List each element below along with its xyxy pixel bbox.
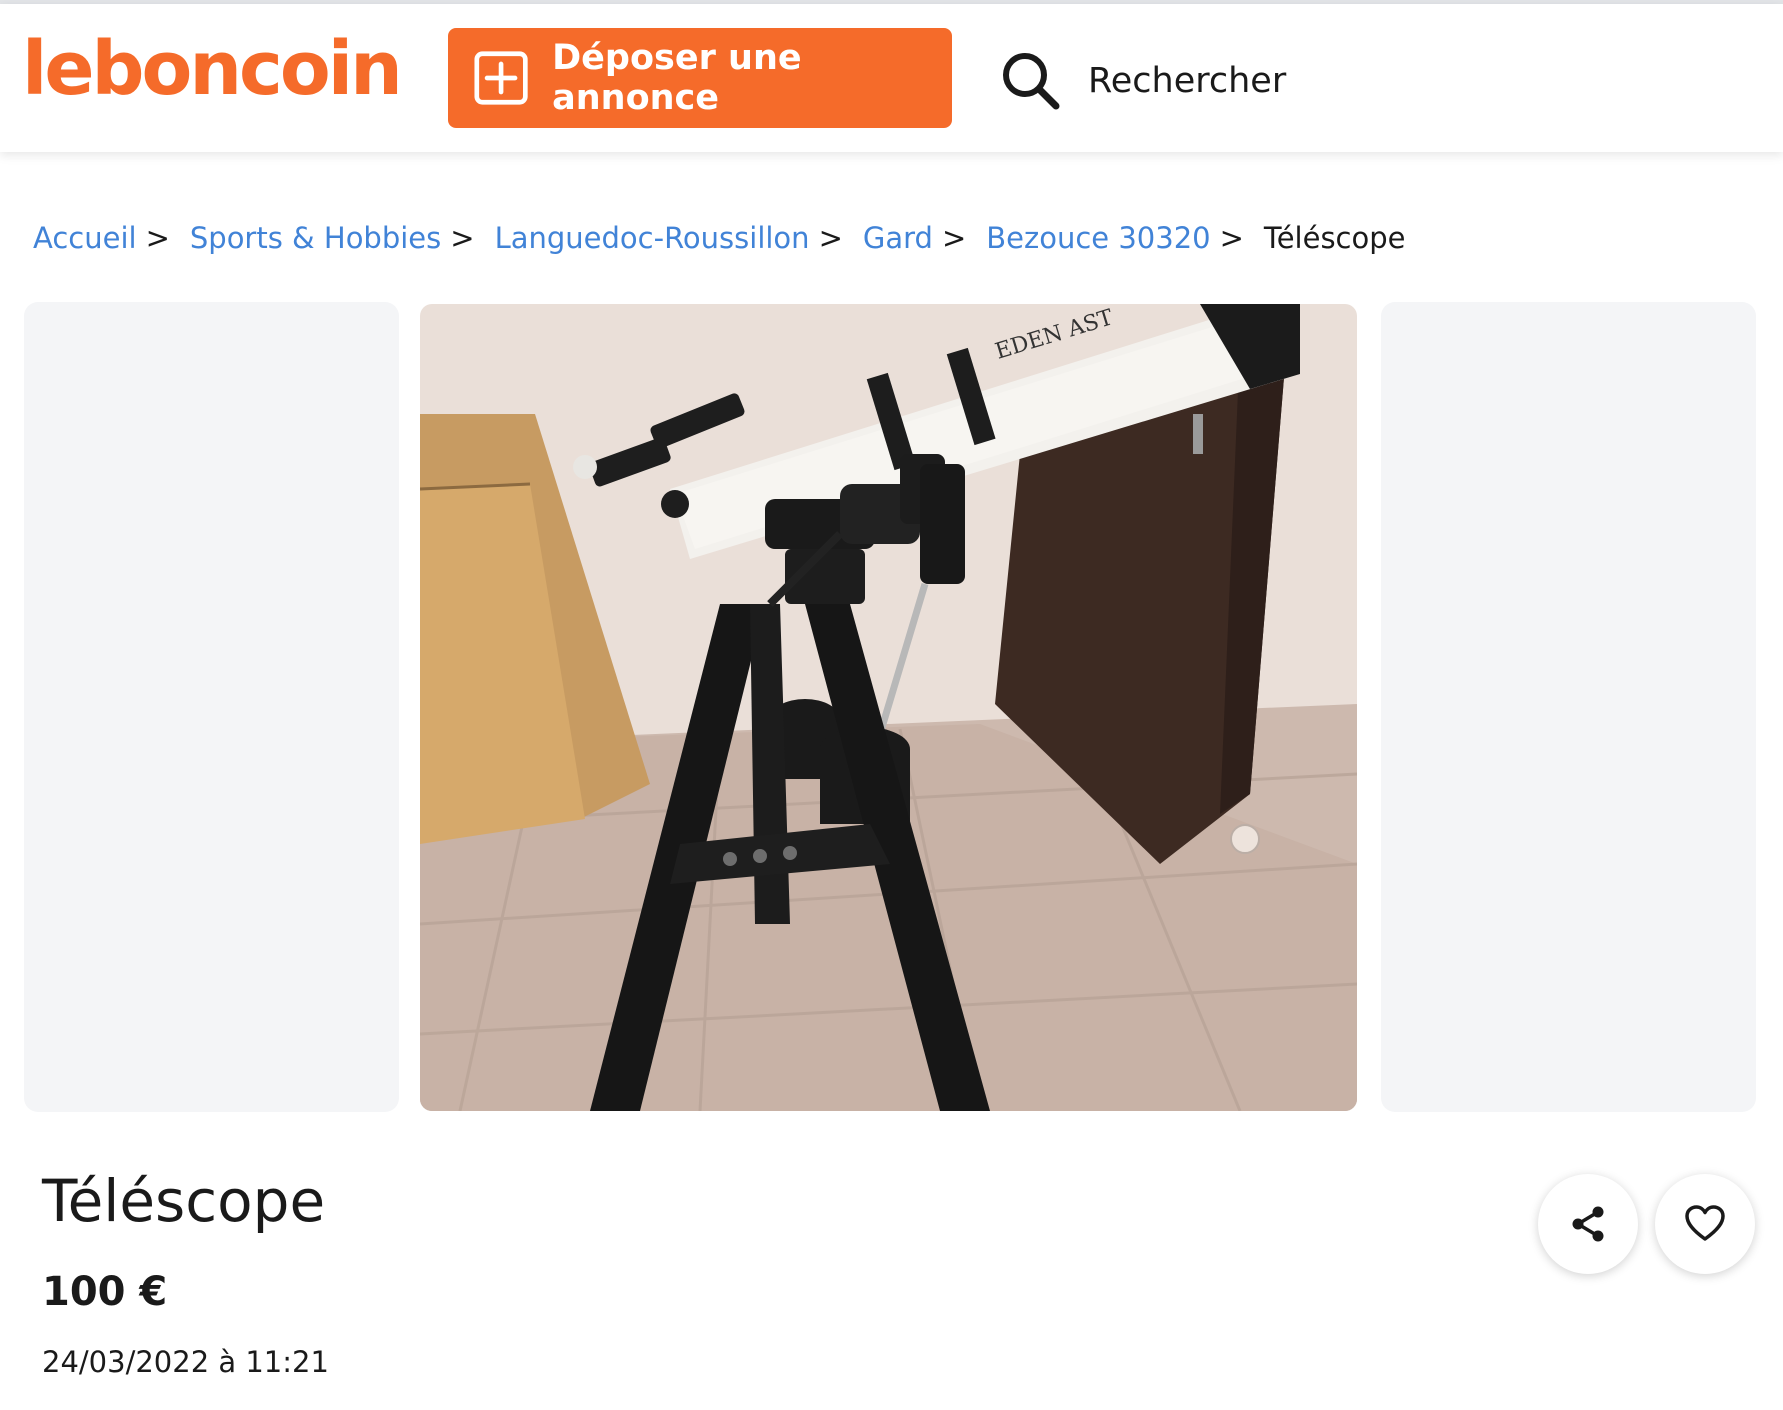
breadcrumb-current: Téléscope [1263, 221, 1406, 255]
breadcrumb-category[interactable]: Sports & Hobbies [190, 221, 441, 255]
breadcrumb: Accueil > Sports & Hobbies > Languedoc-R… [33, 218, 1406, 258]
telescope-photo: EDEN AST [420, 304, 1357, 1111]
breadcrumb-home[interactable]: Accueil [33, 221, 137, 255]
listing-title: Téléscope [42, 1167, 326, 1235]
plus-square-icon [474, 51, 528, 105]
gallery-next-placeholder[interactable] [1381, 302, 1756, 1112]
breadcrumb-region[interactable]: Languedoc-Roussillon [495, 221, 810, 255]
listing-price: 100 € [42, 1269, 168, 1315]
heart-icon [1685, 1205, 1725, 1241]
breadcrumb-city[interactable]: Bezouce 30320 [986, 221, 1210, 255]
post-ad-label: Déposer une annonce [552, 38, 802, 118]
breadcrumb-separator: > [941, 221, 967, 255]
listing-photo[interactable]: EDEN AST [420, 304, 1357, 1111]
breadcrumb-separator: > [1219, 221, 1244, 255]
breadcrumb-separator: > [145, 221, 170, 255]
post-ad-button[interactable]: Déposer une annonce [448, 28, 952, 128]
search-button[interactable]: Rechercher [998, 46, 1286, 116]
search-icon [1003, 53, 1060, 110]
share-button[interactable] [1538, 1174, 1638, 1274]
favorite-button[interactable] [1655, 1174, 1755, 1274]
search-label: Rechercher [1088, 61, 1287, 101]
breadcrumb-separator: > [818, 221, 843, 255]
listing-date: 24/03/2022 à 11:21 [42, 1345, 329, 1379]
site-header: leboncoin Déposer une annonce Rechercher [0, 4, 1783, 152]
breadcrumb-department[interactable]: Gard [863, 221, 933, 255]
leboncoin-logo[interactable]: leboncoin [22, 32, 403, 106]
gallery-previous-placeholder[interactable] [24, 302, 399, 1112]
breadcrumb-separator: > [450, 221, 475, 255]
share-icon [1572, 1206, 1604, 1242]
